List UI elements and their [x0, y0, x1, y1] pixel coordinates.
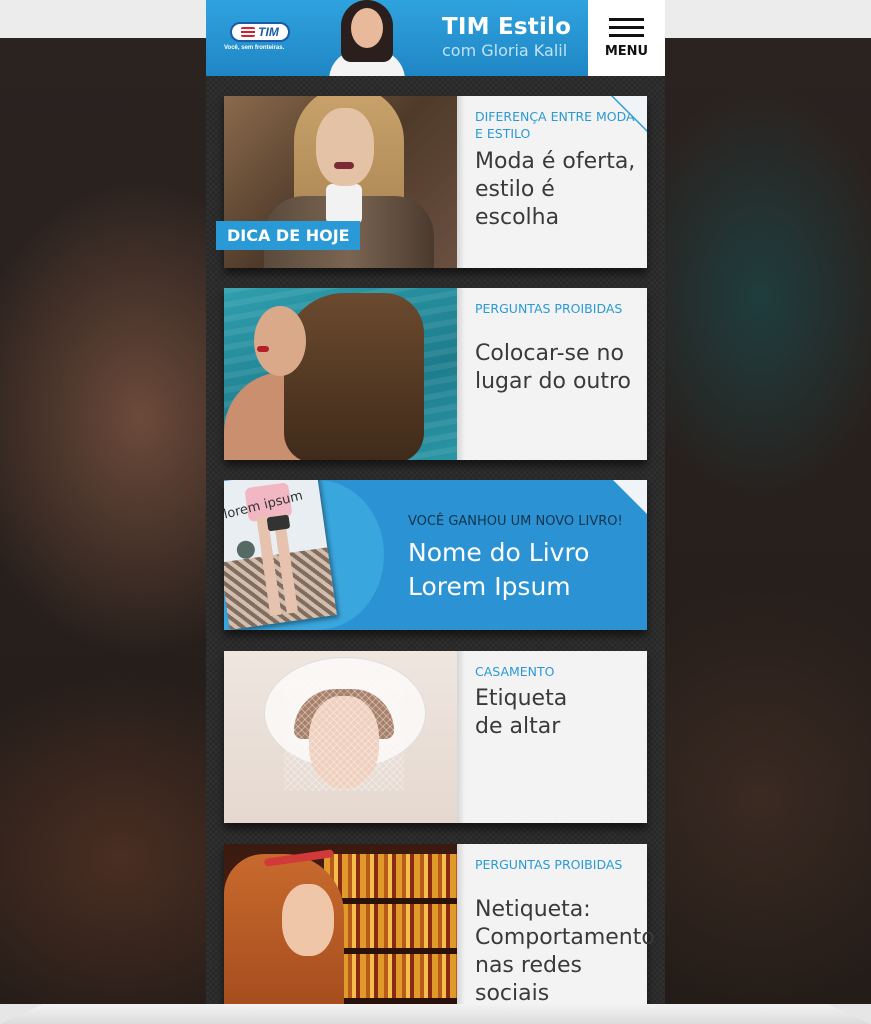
article-card-netiqueta[interactable]: PERGUNTAS PROIBIDAS Netiqueta: Comportam… [224, 844, 655, 1004]
tim-logo-pill: TIM [230, 22, 290, 42]
article-category: PERGUNTAS PROIBIDAS [475, 857, 623, 872]
article-card-moda-estilo[interactable]: DIFERENÇA ENTRE MODA E ESTILO Moda é ofe… [216, 96, 647, 268]
tim-logo[interactable]: TIM Você, sem fronteiras. [224, 22, 304, 56]
article-text-panel: PERGUNTAS PROIBIDAS Netiqueta: Comportam… [457, 844, 655, 1004]
book-kicker: VOCÊ GANHOU UM NOVO LIVRO! [408, 514, 623, 529]
host-photo [321, 0, 411, 76]
menu-button[interactable]: MENU [588, 0, 665, 76]
article-photo-bride-veil [224, 651, 457, 823]
article-card-colocar-se[interactable]: PERGUNTAS PROIBIDAS Colocar-se no lugar … [224, 288, 647, 460]
hamburger-menu-icon [609, 17, 644, 37]
dica-de-hoje-badge: DICA DE HOJE [216, 221, 360, 250]
bottom-band [0, 1004, 871, 1024]
app-subtitle: com Gloria Kalil [442, 41, 568, 60]
article-category: PERGUNTAS PROIBIDAS [475, 301, 623, 316]
app-title: TIM Estilo [442, 14, 572, 40]
article-headline: Moda é oferta, estilo é escolha [475, 149, 636, 230]
article-text-panel: PERGUNTAS PROIBIDAS Colocar-se no lugar … [457, 288, 647, 460]
article-headline: Netiqueta: Comportamento nas redes socia… [475, 897, 655, 1004]
tim-logo-tagline: Você, sem fronteiras. [224, 45, 285, 51]
article-photo-woman-water [224, 288, 457, 460]
app-header: TIM Você, sem fronteiras. TIM Estilo com… [206, 0, 665, 76]
app-frame: TIM Você, sem fronteiras. TIM Estilo com… [206, 0, 665, 1004]
article-headline: Colocar-se no lugar do outro [475, 341, 632, 394]
new-book-card[interactable]: lorem ipsum VOCÊ GANHOU UM NOVO LIVRO! N… [224, 480, 647, 630]
menu-label: MENU [604, 43, 649, 59]
folded-corner-highlight [613, 96, 647, 130]
article-text-panel: DIFERENÇA ENTRE MODA E ESTILO Moda é ofe… [457, 96, 647, 268]
article-headline: Etiqueta de altar [475, 686, 568, 739]
folded-corner-icon [613, 480, 647, 514]
tim-stripes-icon [241, 27, 256, 37]
article-photo-girl-library [224, 844, 457, 1004]
book-cover: lorem ipsum [224, 480, 337, 630]
book-title: Nome do Livro Lorem Ipsum [408, 538, 590, 601]
article-category: CASAMENTO [475, 664, 555, 679]
article-card-etiqueta-altar[interactable]: CASAMENTO Etiqueta de altar [224, 651, 647, 823]
article-text-panel: CASAMENTO Etiqueta de altar [457, 651, 647, 823]
tim-logo-text: TIM [258, 25, 279, 39]
